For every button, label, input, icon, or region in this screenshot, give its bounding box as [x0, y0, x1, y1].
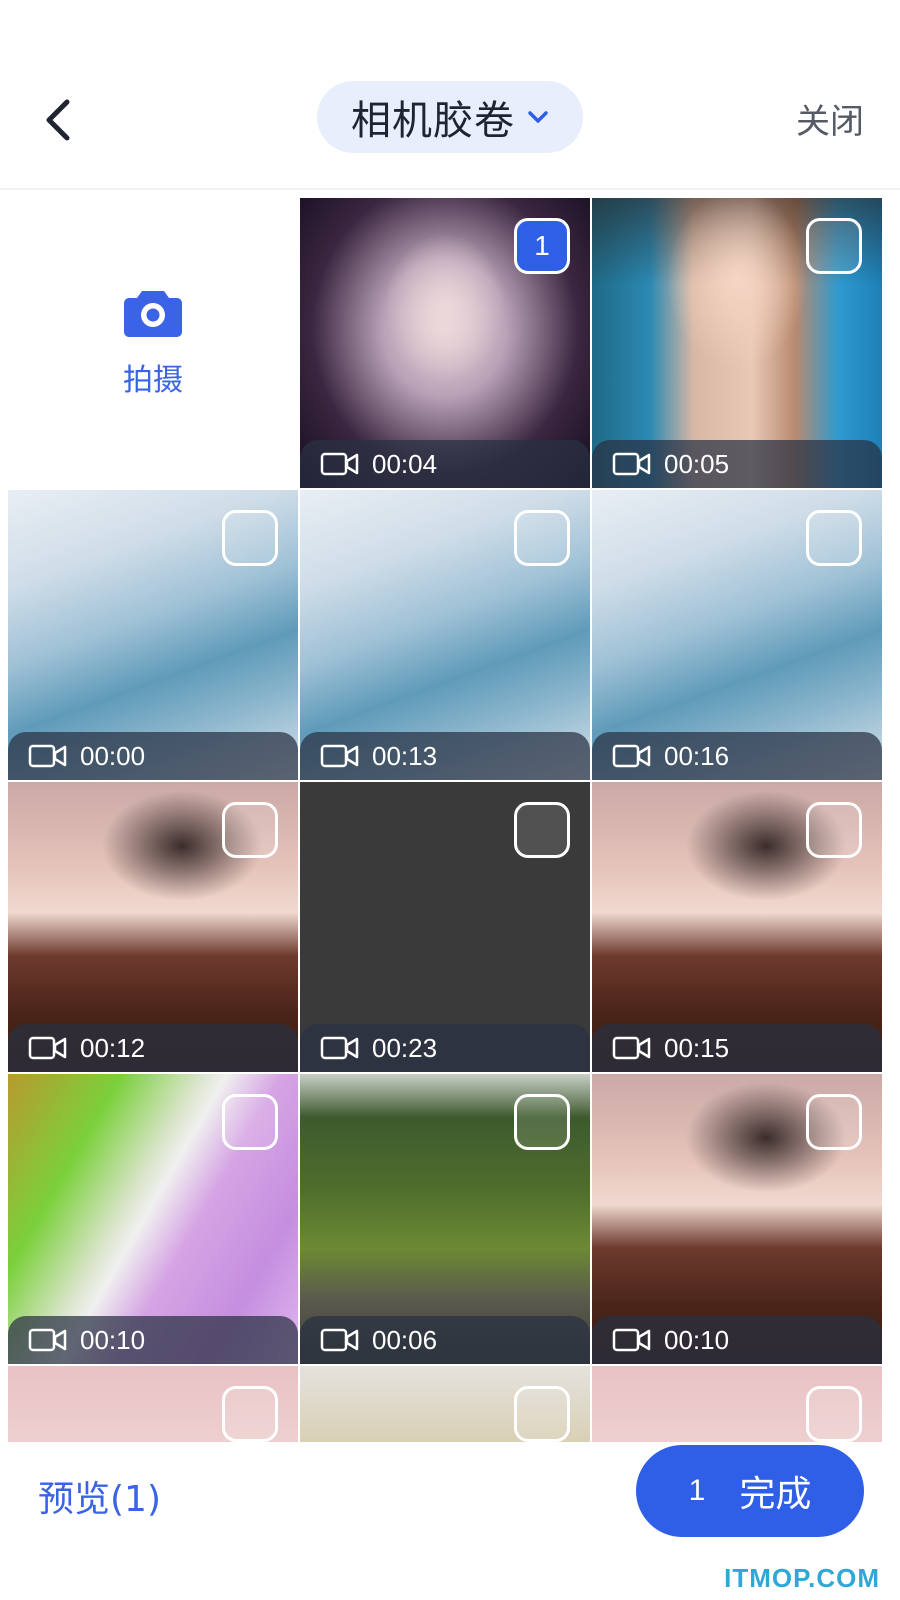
camera-capture-tile[interactable]: 拍摄	[8, 198, 298, 488]
album-selector[interactable]: 相机胶卷	[317, 81, 583, 153]
video-camera-icon	[320, 744, 359, 768]
preview-button[interactable]: 预览(1)	[38, 1470, 161, 1522]
media-item[interactable]: 00:10	[592, 1074, 882, 1364]
media-item[interactable]: 00:00	[8, 490, 298, 780]
camera-icon	[124, 291, 182, 337]
selection-checkbox[interactable]	[222, 1386, 278, 1442]
media-grid[interactable]: 拍摄 1 00:04 00:05 00:00 00:13 00:16 00:12…	[8, 198, 894, 1442]
video-duration: 00:15	[664, 1032, 730, 1063]
video-camera-icon	[320, 1328, 359, 1352]
selection-checkbox[interactable]	[514, 510, 570, 566]
watermark-logo: ITMOP.COM	[724, 1563, 880, 1593]
video-duration: 00:10	[80, 1324, 146, 1355]
media-item[interactable]: 00:06	[300, 1074, 590, 1364]
video-camera-icon	[320, 1036, 359, 1060]
bottom-action-bar: 预览(1) 1 完成 ITMOP.COM	[0, 1442, 900, 1600]
selection-checkbox[interactable]	[514, 802, 570, 858]
media-item[interactable]: 00:15	[592, 782, 882, 1072]
media-item[interactable]	[300, 1366, 590, 1442]
camera-label: 拍摄	[123, 363, 183, 398]
video-duration-bar: 00:10	[592, 1316, 882, 1364]
selection-checkbox[interactable]	[806, 510, 862, 566]
video-camera-icon	[28, 744, 67, 768]
media-item[interactable]: 00:13	[300, 490, 590, 780]
selection-checkbox[interactable]	[222, 802, 278, 858]
video-duration: 00:12	[80, 1032, 146, 1063]
selected-count: 1	[688, 1474, 706, 1507]
video-duration: 00:13	[372, 740, 438, 771]
media-item[interactable]: 00:16	[592, 490, 882, 780]
chevron-down-icon	[528, 111, 548, 123]
media-item[interactable]: 00:12	[8, 782, 298, 1072]
back-button[interactable]	[36, 92, 80, 148]
media-item[interactable]: 00:10	[8, 1074, 298, 1364]
video-duration: 00:05	[664, 448, 730, 479]
done-label: 完成	[739, 1474, 812, 1515]
selection-checkbox[interactable]	[806, 218, 862, 274]
selection-checkbox[interactable]	[806, 1386, 862, 1442]
video-duration: 00:06	[372, 1324, 438, 1355]
video-camera-icon	[320, 452, 359, 476]
video-duration-bar: 00:04	[300, 440, 590, 488]
selection-checkbox[interactable]	[222, 510, 278, 566]
video-camera-icon	[28, 1328, 67, 1352]
video-camera-icon	[612, 452, 651, 476]
video-duration-bar: 00:23	[300, 1024, 590, 1072]
selection-checkbox[interactable]: 1	[514, 218, 570, 274]
top-navigation-bar: 相机胶卷 关闭	[0, 0, 900, 190]
selection-checkbox[interactable]	[514, 1386, 570, 1442]
video-duration-bar: 00:16	[592, 732, 882, 780]
video-camera-icon	[612, 1328, 651, 1352]
selection-checkbox[interactable]	[222, 1094, 278, 1150]
video-duration: 00:00	[80, 740, 146, 771]
video-duration-bar: 00:12	[8, 1024, 298, 1072]
video-duration: 00:04	[372, 448, 438, 479]
selection-checkbox[interactable]	[806, 1094, 862, 1150]
close-button[interactable]: 关闭	[796, 94, 864, 143]
album-title: 相机胶卷	[351, 98, 515, 144]
video-duration: 00:16	[664, 740, 730, 771]
selection-checkbox[interactable]	[806, 802, 862, 858]
chevron-left-icon	[46, 99, 70, 141]
video-duration-bar: 00:13	[300, 732, 590, 780]
media-item[interactable]	[592, 1366, 882, 1442]
media-item[interactable]: 00:05	[592, 198, 882, 488]
done-button[interactable]: 1 完成	[636, 1445, 864, 1537]
video-duration-bar: 00:00	[8, 732, 298, 780]
video-camera-icon	[612, 744, 651, 768]
video-duration: 00:23	[372, 1032, 438, 1063]
media-item[interactable]	[8, 1366, 298, 1442]
video-duration-bar: 00:06	[300, 1316, 590, 1364]
video-duration-bar: 00:15	[592, 1024, 882, 1072]
video-camera-icon	[28, 1036, 67, 1060]
video-duration-bar: 00:10	[8, 1316, 298, 1364]
video-duration: 00:10	[664, 1324, 730, 1355]
selection-checkbox[interactable]	[514, 1094, 570, 1150]
video-camera-icon	[612, 1036, 651, 1060]
video-duration-bar: 00:05	[592, 440, 882, 488]
media-item[interactable]: 00:23	[300, 782, 590, 1072]
media-item[interactable]: 1 00:04	[300, 198, 590, 488]
